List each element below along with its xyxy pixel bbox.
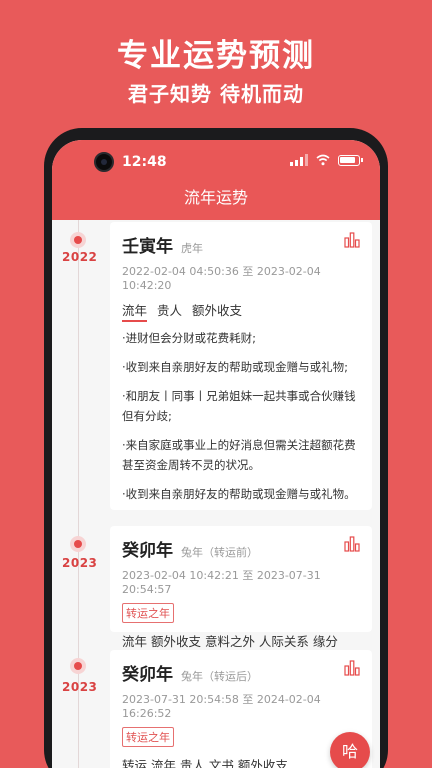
card-paragraph: ·收到来自亲朋好友的帮助或现金赠与或礼物。 (122, 487, 356, 501)
card-paragraph: ·进财但会分财或花费耗财; (122, 331, 257, 345)
status-time: 12:48 (122, 154, 167, 170)
card-zodiac: 虎年 (181, 242, 203, 255)
card-paragraph: ·和朋友丨同事丨兄弟姐妹一起共事或合伙赚钱但有分歧; (122, 389, 356, 423)
card-date-range: 2023-02-04 10:42:21 至 2023-07-31 20:54:5… (122, 569, 321, 596)
app-screen: 12:48 流年运势 2022 壬寅年 虎年 2022-02-04 04:50:… (52, 140, 380, 768)
card-tags-line: 转运 流年 贵人 文书 额外收支 (122, 758, 288, 768)
tag-ewai[interactable]: 额外收支 (192, 303, 242, 318)
battery-icon (338, 154, 363, 166)
timeline-year: 2023 (62, 556, 98, 570)
bar-chart-icon[interactable] (344, 232, 360, 248)
app-bar: 12:48 流年运势 (52, 140, 380, 220)
bar-chart-icon[interactable] (344, 536, 360, 552)
timeline-dot (70, 658, 86, 674)
timeline-year: 2023 (62, 680, 98, 694)
wifi-icon (316, 154, 330, 166)
card-tags: 流年 贵人 额外收支 (122, 300, 360, 322)
fortune-card[interactable]: 癸卯年 兔年（转运前） 2023-02-04 10:42:21 至 2023-0… (110, 526, 372, 649)
timeline-dot (70, 536, 86, 552)
timeline-dot (70, 232, 86, 248)
card-title: 癸卯年 (122, 541, 173, 561)
card-zodiac: 兔年（转运后） (181, 670, 258, 683)
tag-liunian[interactable]: 流年 (122, 303, 148, 322)
floating-action-button[interactable]: 哈 (330, 732, 370, 768)
card-title: 壬寅年 (122, 237, 173, 257)
card-date-range: 2022-02-04 04:50:36 至 2023-02-04 10:42:2… (122, 265, 321, 292)
transition-badge: 转运之年 (122, 603, 174, 623)
tag-guiren[interactable]: 贵人 (157, 303, 182, 318)
card-paragraph: ·收到来自亲朋好友的帮助或现金赠与或礼物; (122, 360, 349, 374)
card-paragraph: ·来自家庭或事业上的好消息但需关注超额花费甚至资金周转不灵的状况。 (122, 438, 356, 472)
transition-badge: 转运之年 (122, 727, 174, 747)
bar-chart-icon[interactable] (344, 660, 360, 676)
promo-title: 专业运势预测 (117, 38, 315, 74)
camera-icon (94, 152, 114, 172)
fortune-card[interactable]: 壬寅年 虎年 2022-02-04 04:50:36 至 2023-02-04 … (110, 222, 372, 510)
card-tags-line: 流年 额外收支 意料之外 人际关系 缘分 (122, 634, 338, 649)
timeline-year: 2022 (62, 250, 98, 264)
card-title: 癸卯年 (122, 665, 173, 685)
app-title: 流年运势 (183, 188, 248, 207)
card-date-range: 2023-07-31 20:54:58 至 2024-02-04 16:26:5… (122, 693, 321, 720)
promo-subtitle: 君子知势 待机而动 (128, 82, 304, 106)
status-icons (290, 154, 363, 166)
signal-icon (290, 154, 308, 166)
card-zodiac: 兔年（转运前） (181, 546, 258, 559)
